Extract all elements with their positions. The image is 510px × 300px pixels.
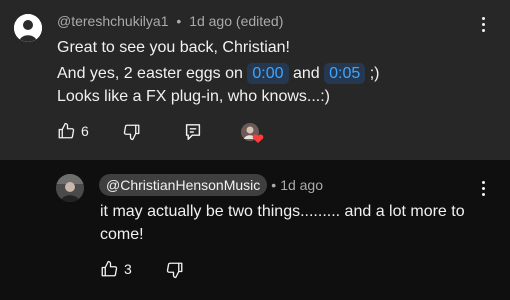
reply-avatar[interactable]	[56, 174, 84, 202]
like-count: 6	[81, 123, 89, 139]
reply-button[interactable]	[185, 123, 201, 141]
reply-like-count: 3	[124, 261, 132, 277]
thumbs-up-icon	[101, 260, 118, 277]
more-vert-icon[interactable]	[473, 176, 493, 200]
comment-author[interactable]: @tereshchukilya1	[57, 13, 169, 29]
thumbs-down-icon	[166, 262, 183, 279]
reply-like-button[interactable]: 3	[100, 260, 132, 278]
reply-meta: @ChristianHensonMusic • 1d ago	[99, 174, 323, 196]
reply-dislike-button[interactable]	[166, 261, 184, 279]
reply-text: it may actually be two things......... a…	[100, 203, 465, 243]
like-button[interactable]: 6	[57, 122, 89, 140]
timestamp-link-2[interactable]: 0:05	[324, 63, 366, 84]
comment-thread: @tereshchukilya1 • 1d ago (edited) Great…	[0, 0, 510, 160]
more-vert-icon[interactable]	[473, 12, 493, 36]
comment-line-2: And yes, 2 easter eggs on 0:00 and 0:05 …	[57, 63, 380, 84]
reply-author-badge[interactable]: @ChristianHensonMusic	[99, 174, 268, 196]
comment-line-1: Great to see you back, Christian!	[57, 39, 290, 56]
commenter-avatar[interactable]	[14, 14, 42, 42]
comment-time[interactable]: 1d ago	[189, 13, 232, 29]
comment-line-3: Looks like a FX plug-in, who knows...:)	[57, 88, 331, 105]
reply-time[interactable]: 1d ago	[280, 177, 323, 193]
timestamp-link-1[interactable]: 0:00	[247, 63, 289, 84]
creator-heart-icon	[240, 122, 264, 144]
thumbs-up-icon	[58, 122, 75, 139]
thumbs-down-icon	[123, 124, 140, 141]
comment-edited: (edited)	[235, 13, 284, 29]
comment-text: Great to see you back, Christian! And ye…	[57, 36, 477, 108]
reply-icon	[185, 124, 201, 140]
comment-meta: @tereshchukilya1 • 1d ago (edited)	[57, 13, 284, 29]
dislike-button[interactable]	[123, 123, 141, 141]
